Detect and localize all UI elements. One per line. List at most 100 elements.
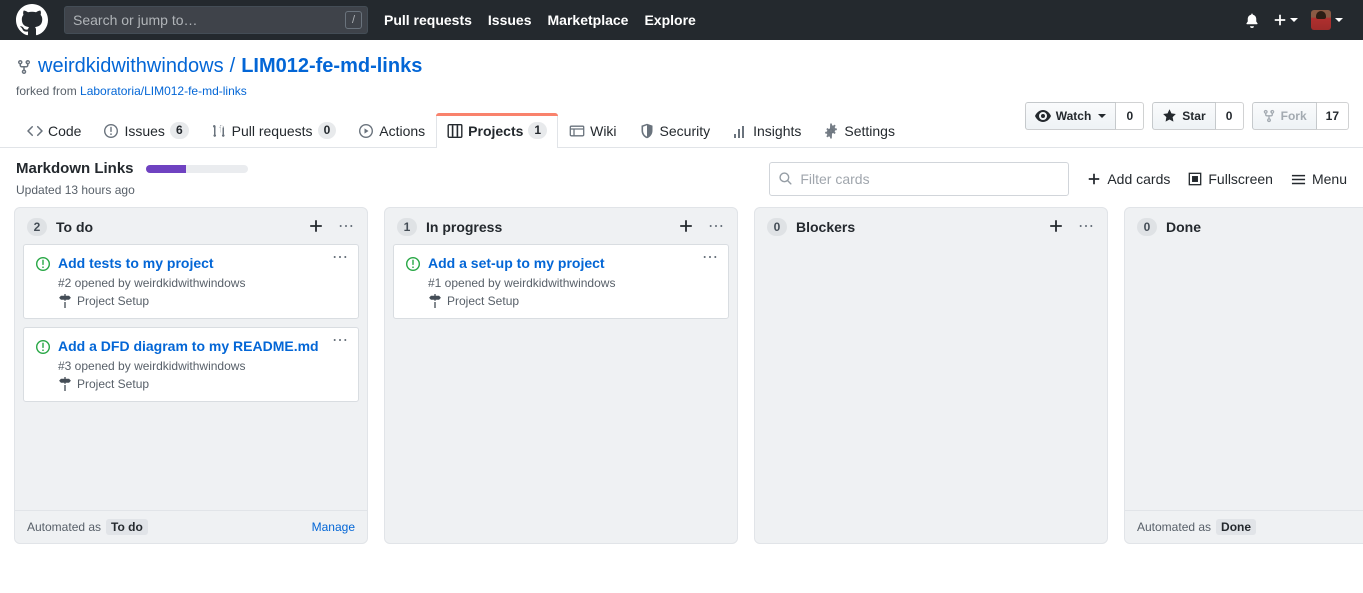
repo-title-separator: / [229, 55, 236, 77]
column-cards[interactable]: ⋯ Add tests to my project #2 opened by wei… [15, 244, 367, 510]
add-card-to-column-button[interactable] [1048, 218, 1064, 236]
tab-insights-label: Insights [753, 123, 802, 139]
fork-count[interactable]: 17 [1316, 102, 1349, 130]
screen-full-icon [1188, 172, 1202, 186]
filter-cards-field[interactable] [769, 162, 1070, 196]
project-card[interactable]: ⋯ Add tests to my project #2 opened by wei… [23, 244, 359, 319]
column-card-count: 0 [1137, 218, 1157, 236]
card-title-link[interactable]: Add tests to my project [58, 254, 236, 273]
card-menu-button[interactable]: ⋯ [332, 250, 349, 266]
issue-opened-icon [35, 256, 51, 272]
user-menu[interactable] [1311, 10, 1343, 30]
column-header: 1 In progress ⋯ [385, 208, 737, 244]
automation-label: Automated as [27, 520, 102, 534]
project-toolbar: Add cards Fullscreen Menu [769, 160, 1347, 196]
column-menu-button[interactable]: ⋯ [338, 219, 355, 235]
repository-header: weirdkidwithwindows / LIM012-fe-md-links… [0, 40, 1363, 130]
forked-from-link[interactable]: Laboratoria/LIM012-fe-md-links [80, 84, 247, 98]
nav-issues[interactable]: Issues [488, 12, 532, 28]
tab-code[interactable]: Code [16, 114, 92, 148]
card-title-link[interactable]: Add a set-up to my project [428, 254, 627, 273]
board-column[interactable]: 0 Done Automated as Done [1124, 207, 1363, 544]
column-header: 0 Blockers ⋯ [755, 208, 1107, 244]
add-cards-button[interactable]: Add cards [1087, 171, 1170, 187]
forked-from: forked from Laboratoria/LIM012-fe-md-lin… [16, 84, 1347, 98]
column-cards[interactable] [755, 244, 1107, 543]
card-milestone[interactable]: Project Setup [35, 376, 347, 391]
card-milestone[interactable]: Project Setup [405, 293, 717, 308]
manage-automation-link[interactable]: Manage [312, 520, 355, 534]
add-card-to-column-button[interactable] [678, 218, 694, 236]
eye-icon [1034, 110, 1051, 122]
tab-projects[interactable]: Projects 1 [436, 113, 559, 148]
menu-button[interactable]: Menu [1291, 171, 1347, 187]
star-button-group: Star 0 [1152, 102, 1244, 130]
tab-issues[interactable]: Issues 6 [92, 113, 199, 148]
tab-issues-count: 6 [169, 122, 189, 139]
nav-explore[interactable]: Explore [644, 12, 695, 28]
fullscreen-button[interactable]: Fullscreen [1188, 171, 1273, 187]
card-title-link[interactable]: Add a DFD diagram to my README.md [58, 337, 341, 356]
tab-settings[interactable]: Settings [812, 114, 906, 148]
tab-actions[interactable]: Actions [347, 114, 436, 148]
tab-security[interactable]: Security [628, 114, 722, 148]
global-header: / Pull requests Issues Marketplace Explo… [0, 0, 1363, 40]
chevron-down-icon [1335, 18, 1343, 22]
star-count[interactable]: 0 [1215, 102, 1244, 130]
fork-button-group: Fork 17 [1251, 102, 1349, 130]
card-meta: #1 opened by weirdkidwithwindows [428, 275, 616, 290]
github-mark-icon[interactable] [16, 4, 48, 36]
repo-name-link[interactable]: LIM012-fe-md-links [241, 54, 422, 79]
project-header: Markdown Links Updated 13 hours ago Add … [0, 148, 1363, 207]
chevron-down-icon [1098, 114, 1107, 118]
column-card-count: 2 [27, 218, 47, 236]
project-card[interactable]: ⋯ Add a set-up to my project #1 opened by … [393, 244, 729, 319]
card-menu-button[interactable]: ⋯ [702, 250, 719, 266]
column-header: 0 Done [1125, 208, 1363, 244]
search-icon [778, 171, 793, 186]
nav-pull-requests[interactable]: Pull requests [384, 12, 472, 28]
bell-icon[interactable] [1244, 12, 1260, 28]
column-menu-button[interactable]: ⋯ [708, 219, 725, 235]
project-progress-fill [145, 164, 187, 173]
watch-button[interactable]: Watch [1024, 102, 1117, 130]
column-cards[interactable] [1125, 244, 1363, 510]
create-new-menu[interactable] [1273, 13, 1298, 27]
board-column[interactable]: 1 In progress ⋯ ⋯ Add a set-up to my project… [384, 207, 738, 544]
issue-opened-icon [35, 339, 51, 355]
project-board[interactable]: 2 To do ⋯ ⋯ Add tests to my project #2 opened… [0, 207, 1363, 547]
tab-pull-requests[interactable]: Pull requests 0 [200, 113, 348, 148]
project-updated-label: Updated 13 hours ago [16, 183, 135, 197]
tab-projects-label: Projects [468, 122, 524, 139]
gear-icon [823, 123, 839, 139]
star-button-label: Star [1182, 109, 1206, 123]
menu-label: Menu [1311, 171, 1347, 187]
nav-marketplace[interactable]: Marketplace [548, 12, 629, 28]
star-button[interactable]: Star [1152, 102, 1216, 130]
tab-actions-label: Actions [379, 123, 426, 139]
column-card-count: 0 [767, 218, 787, 236]
search-input[interactable] [64, 6, 368, 34]
project-card[interactable]: ⋯ Add a DFD diagram to my README.md #3 ope… [23, 326, 359, 402]
filter-cards-input[interactable] [769, 162, 1070, 196]
repo-owner-link[interactable]: weirdkidwithwindows [38, 54, 224, 79]
column-cards[interactable]: ⋯ Add a set-up to my project #1 opened by … [385, 244, 737, 543]
board-column[interactable]: 0 Blockers ⋯ [754, 207, 1108, 544]
card-menu-button[interactable]: ⋯ [332, 332, 349, 348]
add-card-to-column-button[interactable] [308, 218, 324, 236]
tab-wiki[interactable]: Wiki [558, 114, 627, 148]
project-progress-bar [145, 164, 248, 173]
plus-icon [1087, 172, 1101, 186]
tab-insights[interactable]: Insights [721, 114, 812, 148]
column-header-actions: ⋯ [1048, 218, 1095, 236]
code-icon [27, 123, 43, 139]
column-menu-button[interactable]: ⋯ [1078, 219, 1095, 235]
repo-forked-icon [16, 59, 32, 75]
board-column[interactable]: 2 To do ⋯ ⋯ Add tests to my project #2 opened… [14, 207, 368, 544]
card-milestone-label: Project Setup [77, 293, 150, 308]
global-search[interactable]: / [64, 6, 368, 34]
card-milestone[interactable]: Project Setup [35, 293, 347, 308]
watch-count[interactable]: 0 [1116, 102, 1145, 130]
issue-opened-icon [103, 123, 119, 139]
column-footer: Automated as Done [1125, 510, 1363, 543]
